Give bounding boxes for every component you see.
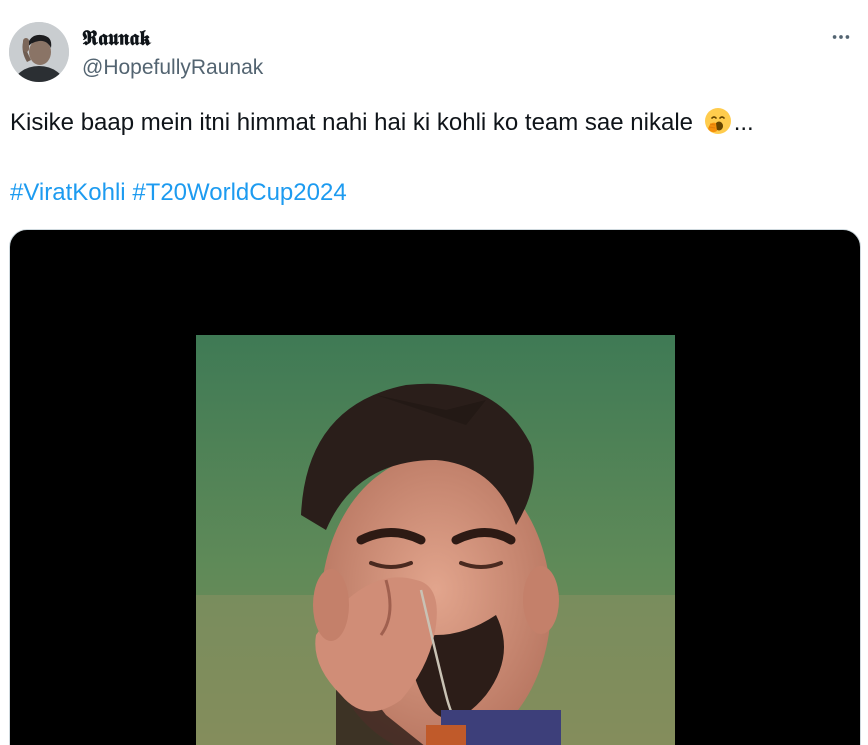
tweet-card: 𝕽𝖆𝖚𝖓𝖆𝖐 @HopefullyRaunak Kisike baap mein… bbox=[0, 0, 868, 745]
author-handle[interactable]: @HopefullyRaunak bbox=[82, 54, 263, 82]
tweet-text-body: Kisike baap mein itni himmat nahi hai ki… bbox=[10, 109, 694, 136]
author-display-name[interactable]: 𝕽𝖆𝖚𝖓𝖆𝖐 bbox=[82, 24, 151, 52]
author-avatar[interactable] bbox=[9, 22, 69, 82]
video-thumbnail bbox=[196, 335, 675, 745]
yawning-face-emoji-icon bbox=[704, 107, 732, 135]
tweet-text-ellipsis: ... bbox=[733, 109, 754, 136]
hashtag-link-virat-kohli[interactable]: #ViratKohli bbox=[10, 179, 126, 206]
video-player[interactable] bbox=[9, 229, 861, 745]
tweet-text: Kisike baap mein itni himmat nahi hai ki… bbox=[10, 106, 850, 140]
hashtag-link-t20-world-cup-2024[interactable]: #T20WorldCup2024 bbox=[132, 179, 346, 206]
person-avatar-icon bbox=[9, 22, 69, 82]
more-horizontal-icon bbox=[832, 35, 850, 39]
video-thumbnail-player-kissing-chain-icon bbox=[196, 335, 675, 745]
hashtag-list: #ViratKohli #T20WorldCup2024 bbox=[10, 176, 347, 210]
more-options-button[interactable] bbox=[826, 22, 856, 52]
